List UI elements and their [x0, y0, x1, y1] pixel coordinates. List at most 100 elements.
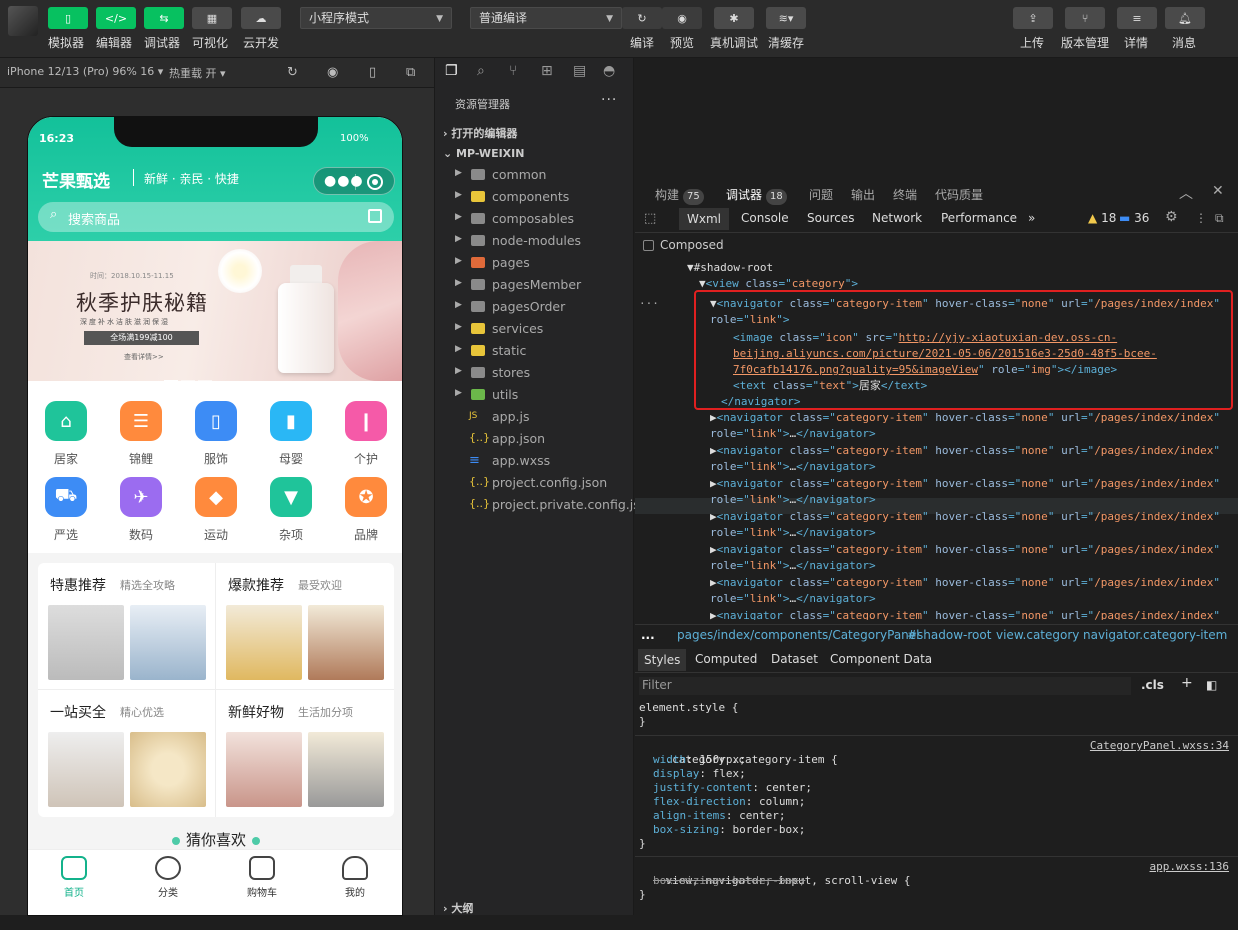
preview-button[interactable]: ◉ [662, 7, 702, 29]
tab-network[interactable]: Network [872, 211, 922, 225]
css-prop[interactable]: width: 150rpx; [653, 753, 746, 767]
search-bar[interactable]: ⌕ 搜索商品 [38, 202, 394, 232]
tab-performance[interactable]: Performance [941, 211, 1017, 225]
rule-source-link[interactable]: CategoryPanel.wxss:34 [1090, 739, 1229, 753]
search-icon[interactable]: ⌕ [477, 63, 485, 79]
dom-line-navigator-role[interactable]: role="link">…</navigator> [710, 558, 876, 574]
rule-source-link[interactable]: app.wxss:136 [1150, 860, 1229, 874]
compile-select[interactable]: 普通编译 ▼ [470, 7, 622, 29]
breadcrumb-item[interactable]: #shadow-root [907, 628, 991, 642]
project-section[interactable]: ⌄ MP-WEIXIN [443, 147, 524, 160]
hotreload-select[interactable]: 热重载 开 ▾ [169, 65, 226, 81]
promo-banner[interactable]: 时间：2018.10.15-11.15 秋季护肤秘籍 深度补水洁肤滋润保湿 全场… [28, 241, 402, 381]
warning-count[interactable]: ▲ 18 [1088, 211, 1116, 225]
open-editors-section[interactable]: › 打开的编辑器 [443, 125, 517, 141]
product-image[interactable] [130, 605, 206, 680]
dock-icon[interactable]: ⧉ [1215, 211, 1224, 226]
more-tabs-icon[interactable]: » [1028, 211, 1035, 225]
mode-select[interactable]: 小程序模式 ▼ [300, 7, 452, 29]
css-prop[interactable]: display: flex; [653, 767, 746, 781]
git-icon[interactable]: ⑂ [509, 63, 517, 79]
outline-section[interactable]: › 大纲 [443, 900, 473, 916]
dom-line-navigator[interactable]: ▶<navigator class="category-item" hover-… [710, 509, 1220, 525]
promo-card[interactable]: 爆款推荐 最受欢迎 [216, 563, 394, 690]
tab-console[interactable]: Console [741, 211, 789, 225]
product-image[interactable] [130, 732, 206, 807]
css-prop[interactable]: align-items: center; [653, 809, 785, 823]
details-button[interactable]: ≡ [1117, 7, 1157, 29]
storage-icon[interactable]: ▤ [573, 63, 586, 79]
inspect-icon[interactable]: ⬚ [644, 211, 656, 226]
breadcrumb-item[interactable]: pages/index/components/CategoryPanel [677, 628, 920, 642]
more-icon[interactable]: ●●● [324, 173, 364, 189]
tab-mine[interactable]: 我的 [325, 856, 385, 899]
css-prop[interactable]: box-sizing: border-box; [653, 823, 805, 837]
breadcrumb-item[interactable]: view.category [996, 628, 1079, 642]
breadcrumb-more[interactable]: ... [641, 628, 655, 642]
rotate-icon[interactable]: ↻ [287, 65, 298, 80]
more-icon[interactable]: ··· [639, 296, 659, 312]
category-item[interactable]: ✪ 品牌 [329, 477, 402, 543]
tab-cart[interactable]: 购物车 [232, 856, 292, 899]
tab-category[interactable]: 分类 [138, 856, 198, 899]
tab-dataset[interactable]: Dataset [771, 652, 818, 666]
promo-card[interactable]: 新鲜好物 生活加分项 [216, 690, 394, 817]
tab-wxml[interactable]: Wxml [679, 208, 729, 230]
category-item[interactable]: ❙ 个护 [329, 401, 402, 467]
promo-card[interactable]: 一站买全 精心优选 [38, 690, 216, 817]
dom-line-navigator-role[interactable]: role="link">…</navigator> [710, 426, 876, 442]
tab-debugger[interactable]: 调试器 18 [726, 186, 787, 205]
close-icon[interactable]: ✕ [1212, 183, 1224, 199]
phone-icon[interactable]: ▯ [369, 65, 376, 80]
scan-icon[interactable] [368, 209, 382, 223]
rule-category-item[interactable]: .category .category-item {CategoryPanel.… [639, 739, 1229, 853]
product-image[interactable] [226, 732, 302, 807]
device-select[interactable]: iPhone 12/13 (Pro) 96% 16 ▾ [7, 65, 163, 78]
tab-build[interactable]: 构建 75 [655, 186, 704, 205]
add-rule-icon[interactable]: + [1181, 675, 1193, 691]
styles-filter-input[interactable]: Filter [639, 677, 1131, 695]
category-item[interactable]: ⛟ 严选 [29, 477, 103, 543]
tab-home[interactable]: 首页 [44, 856, 104, 899]
dom-line-navigator[interactable]: ▶<navigator class="category-item" hover-… [710, 575, 1220, 591]
files-icon[interactable]: ❐ [445, 63, 458, 79]
css-prop[interactable]: flex-direction: column; [653, 795, 805, 809]
breadcrumb-item[interactable]: navigator.category-item [1083, 628, 1227, 642]
gear-icon[interactable]: ⚙ [1165, 209, 1178, 225]
docker-icon[interactable]: ◓ [603, 63, 615, 79]
tab-code-quality[interactable]: 代码质量 [935, 186, 983, 203]
debugger-toggle-button[interactable]: ⇆ [144, 7, 184, 29]
simulator-toggle-button[interactable]: ▯ [48, 7, 88, 29]
product-image[interactable] [48, 605, 124, 680]
category-item[interactable]: ◆ 运动 [179, 477, 253, 543]
product-image[interactable] [226, 605, 302, 680]
dom-line-navigator[interactable]: ▶<navigator class="category-item" hover-… [710, 476, 1220, 492]
editor-toggle-button[interactable]: </> [96, 7, 136, 29]
mini-program-capsule[interactable]: ●●● [313, 167, 395, 195]
product-image[interactable] [308, 732, 384, 807]
tab-problems[interactable]: 问题 [809, 186, 833, 203]
more-icon[interactable]: ··· [601, 92, 617, 108]
promo-card[interactable]: 特惠推荐 精选全攻略 [38, 563, 216, 690]
tab-output[interactable]: 输出 [851, 186, 875, 203]
dom-line-navigator[interactable]: ▶<navigator class="category-item" hover-… [710, 608, 1220, 620]
product-image[interactable] [48, 732, 124, 807]
cloud-button[interactable]: ☁ [241, 7, 281, 29]
tab-computed[interactable]: Computed [695, 652, 757, 666]
tab-terminal[interactable]: 终端 [893, 186, 917, 203]
rule-app-wxss[interactable]: view, navigator, input, scroll-view {app… [639, 860, 1229, 902]
dom-line-navigator-role[interactable]: role="link">…</navigator> [710, 525, 876, 541]
dom-line-navigator[interactable]: ▶<navigator class="category-item" hover-… [710, 410, 1220, 426]
chevron-up-icon[interactable]: ︿ [1179, 183, 1193, 203]
info-count[interactable]: ▬ 36 [1119, 211, 1149, 225]
stop-icon[interactable]: ◉ [327, 65, 338, 80]
toggle-sidebar-icon[interactable]: ◧ [1206, 678, 1217, 692]
dom-line-navigator-role[interactable]: role="link">…</navigator> [710, 492, 876, 508]
clear-cache-button[interactable]: ≋▾ [766, 7, 806, 29]
popout-icon[interactable]: ⧉ [406, 65, 415, 80]
dom-line-navigator-role[interactable]: role="link">…</navigator> [710, 591, 876, 607]
messages-button[interactable]: 🔔︎ [1165, 7, 1205, 29]
category-item[interactable]: ▮ 母婴 [254, 401, 328, 467]
rule-element-style[interactable]: element.style { } [639, 701, 1229, 729]
checkbox[interactable] [643, 240, 654, 251]
